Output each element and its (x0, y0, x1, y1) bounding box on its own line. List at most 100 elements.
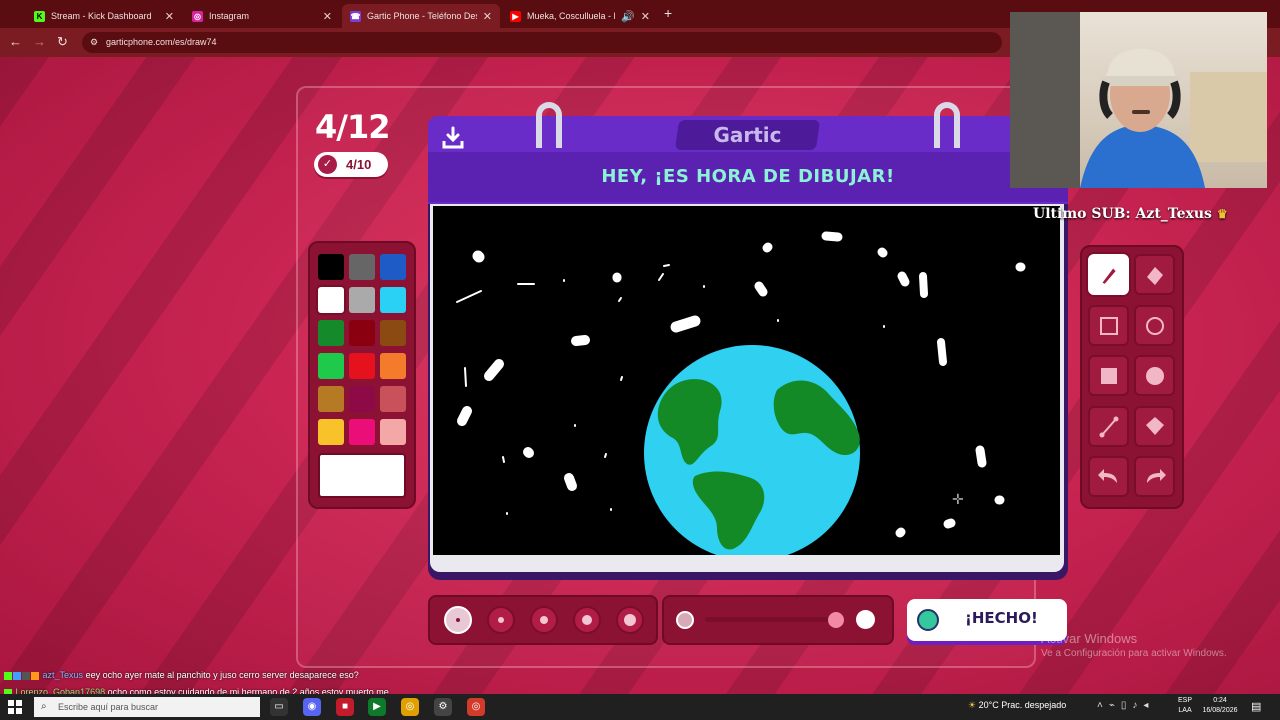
pencil-tool-button[interactable] (1088, 254, 1129, 295)
undo-tool-button[interactable] (1088, 456, 1129, 497)
color-swatch[interactable] (380, 254, 406, 280)
brush-size-button[interactable] (444, 606, 472, 634)
volume-icon[interactable]: ♪ (1132, 700, 1143, 711)
instagram-icon: ◎ (192, 10, 203, 22)
round-counter: 4/12 (315, 108, 390, 146)
sub-badge-icon (31, 671, 39, 680)
reload-icon[interactable]: ↻ (57, 34, 68, 50)
undo-icon (1097, 468, 1117, 483)
weather-widget[interactable]: ☀ 20°C Prac. despejado (968, 700, 1066, 711)
circle-filled-icon (1145, 366, 1164, 385)
download-icon[interactable] (440, 126, 466, 150)
brush-size-button[interactable] (530, 606, 558, 634)
new-tab-button[interactable]: + (664, 5, 672, 21)
brush-size-button[interactable] (573, 606, 601, 634)
fill-bucket-icon (1145, 416, 1164, 435)
youtube-icon: ▶ (510, 10, 521, 22)
color-swatch[interactable] (380, 353, 406, 379)
done-button-label: ¡HECHO! (965, 609, 1038, 627)
color-swatch[interactable] (318, 353, 344, 379)
kick-icon: K (34, 10, 45, 22)
eraser-tool-button[interactable] (1134, 254, 1175, 295)
tab-youtube[interactable]: ▶ Mueka, Cosculluela - DM (V... 🔊 ✕ (502, 4, 658, 28)
system-tray[interactable]: ˄⌁▯♪◂ (1097, 700, 1154, 711)
taskbar-clock[interactable]: 0:24 16/08/2026 (1200, 696, 1240, 716)
verified-badge-icon (13, 671, 21, 680)
site-info-icon[interactable]: ⚙ (90, 32, 98, 53)
opacity-slider-track[interactable] (705, 617, 835, 622)
color-swatch[interactable] (318, 320, 344, 346)
brush-size-button[interactable] (487, 606, 515, 634)
color-swatch[interactable] (380, 320, 406, 346)
tab-kick-dashboard[interactable]: K Stream - Kick Dashboard ✕ (26, 4, 182, 28)
close-tab-icon[interactable]: ✕ (483, 10, 492, 23)
tab-instagram[interactable]: ◎ Instagram ✕ (184, 4, 340, 28)
current-color-preview (318, 453, 406, 498)
notifications-icon[interactable]: ▤ (1251, 700, 1261, 713)
chevron-up-icon[interactable]: ˄ (1097, 700, 1109, 711)
tab-title: Mueka, Cosculluela - DM (V... (527, 11, 615, 21)
color-swatch[interactable] (380, 386, 406, 412)
opacity-max-icon (856, 610, 875, 629)
battery-icon[interactable]: ▯ (1121, 700, 1133, 711)
opacity-slider-thumb[interactable] (828, 612, 844, 628)
color-swatch[interactable] (349, 320, 375, 346)
color-swatch[interactable] (349, 353, 375, 379)
color-swatch[interactable] (318, 287, 344, 313)
color-swatch[interactable] (380, 419, 406, 445)
check-icon (917, 609, 939, 631)
windows-start-icon[interactable] (8, 700, 22, 714)
close-tab-icon[interactable]: ✕ (641, 10, 650, 23)
gartic-icon: ☎ (350, 10, 361, 22)
tab-title: Instagram (209, 11, 250, 21)
square-filled-icon (1100, 367, 1117, 384)
task-view-icon[interactable]: ▭ (270, 698, 288, 716)
tab-title: Gartic Phone - Teléfono Desco... (367, 11, 477, 21)
redo-tool-button[interactable] (1134, 456, 1175, 497)
check-icon: ✓ (318, 155, 337, 174)
pencil-icon (1098, 264, 1118, 286)
speaker-icon[interactable]: 🔊 (621, 10, 635, 23)
circle-filled-tool-button[interactable] (1134, 355, 1175, 396)
taskbar-search-placeholder: Escribe aquí para buscar (58, 702, 159, 712)
taskbar-search-field[interactable]: ⌕ Escribe aquí para buscar (34, 697, 260, 717)
close-tab-icon[interactable]: ✕ (165, 10, 174, 23)
speaker-icon[interactable]: ◂ (1143, 700, 1154, 711)
brush-size-dot-icon (456, 618, 460, 622)
square-filled-tool-button[interactable] (1088, 355, 1129, 396)
crosshair-cursor-icon: ✛ (952, 491, 964, 507)
square-outline-tool-button[interactable] (1088, 305, 1129, 346)
drawing-canvas[interactable] (433, 206, 1060, 555)
chrome-alt-icon[interactable]: ◎ (467, 698, 485, 716)
color-swatch[interactable] (349, 287, 375, 313)
square-outline-icon (1099, 316, 1118, 335)
windows-taskbar: ⌕ Escribe aquí para buscar ▭ ◉ ■ ▶ ◎ ⚙ ◎… (0, 694, 1280, 720)
brush-size-dot-icon (540, 616, 548, 624)
url-text: garticphone.com/es/draw74 (106, 37, 217, 47)
color-swatch[interactable] (318, 254, 344, 280)
fill-bucket-tool-button[interactable] (1134, 406, 1175, 447)
network-icon[interactable]: ⌁ (1109, 700, 1121, 711)
color-swatch[interactable] (380, 287, 406, 313)
weather-icon: ☀ (968, 700, 977, 710)
color-swatch[interactable] (349, 386, 375, 412)
kick-app-icon[interactable]: ▶ (368, 698, 386, 716)
chrome-icon[interactable]: ◎ (401, 698, 419, 716)
language-indicator[interactable]: ESP LAA (1178, 696, 1192, 716)
back-icon[interactable]: ← (9, 34, 22, 49)
settings-app-icon[interactable]: ⚙ (434, 698, 452, 716)
tab-gartic-phone[interactable]: ☎ Gartic Phone - Teléfono Desco... ✕ (342, 4, 500, 28)
close-tab-icon[interactable]: ✕ (323, 10, 332, 23)
discord-icon[interactable]: ◉ (303, 698, 321, 716)
url-field[interactable]: ⚙ garticphone.com/es/draw74 (82, 32, 1002, 53)
color-swatch[interactable] (349, 254, 375, 280)
obs-icon[interactable]: ■ (336, 698, 354, 716)
brush-size-button[interactable] (616, 606, 644, 634)
color-swatch[interactable] (318, 386, 344, 412)
forward-icon[interactable]: → (33, 34, 46, 49)
color-swatch[interactable] (349, 419, 375, 445)
line-tool-button[interactable] (1088, 406, 1129, 447)
circle-outline-tool-button[interactable] (1134, 305, 1175, 346)
circle-outline-icon (1145, 316, 1164, 335)
color-swatch[interactable] (318, 419, 344, 445)
